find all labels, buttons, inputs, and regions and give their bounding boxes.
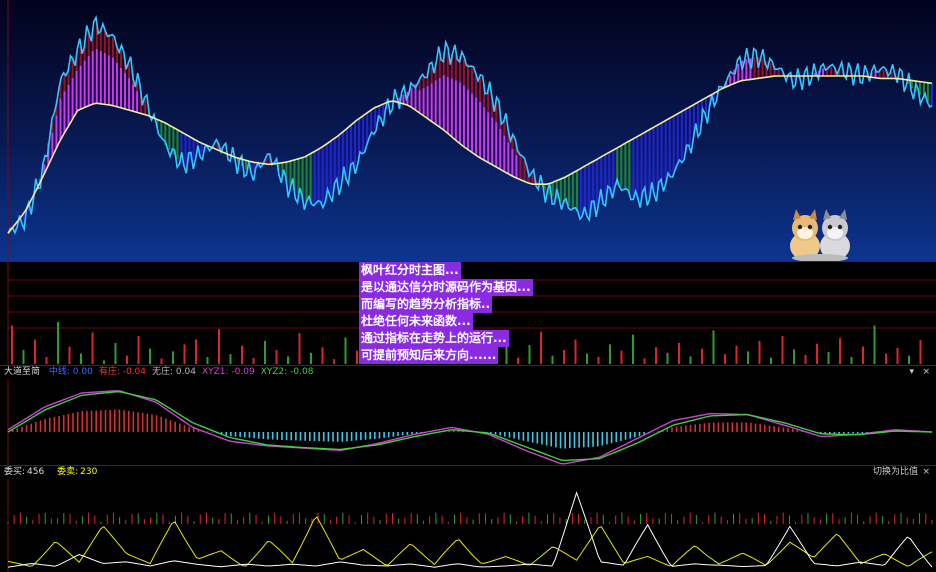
order-chart-svg <box>7 479 933 572</box>
indicator-legend: 大道至简 中线: 0.00 有庄: -0.04 无庄: 0.04 XYZ1: -0.0… <box>0 366 936 379</box>
overlay-note: 杜绝任何未来函数... <box>359 313 473 330</box>
indicator-legend-item: 无庄: 0.04 <box>152 367 196 377</box>
indicator-name: 大道至简 <box>4 367 41 377</box>
order-line <box>7 516 933 567</box>
indicator-pane[interactable]: 大道至简 中线: 0.00 有庄: -0.04 无庄: 0.04 XYZ1: -0.0… <box>0 366 936 466</box>
overlay-note: 通过指标在走势上的运行... <box>359 330 509 347</box>
bid-label: 委买: <box>4 467 26 477</box>
pane-divider <box>0 365 936 366</box>
chart-window: 大道至简 中线: 0.00 有庄: -0.04 无庄: 0.04 XYZ1: -0.0… <box>0 0 936 572</box>
main-chart-pane[interactable] <box>0 0 936 262</box>
indicator-legend-item: XYZ1: -0.09 <box>201 367 255 377</box>
price-line <box>7 15 933 235</box>
mascot-image <box>785 208 855 262</box>
pane-divider <box>0 465 936 466</box>
close-icon[interactable]: × <box>922 366 930 379</box>
order-line <box>7 491 933 568</box>
ask-label: 委卖: <box>57 467 79 477</box>
indicator-legend-item: 中线: 0.00 <box>48 367 93 377</box>
overlay-note: 是以通达信分时源码作为基因... <box>359 279 533 296</box>
order-legend: 委买: 456 委卖: 230 <box>0 466 936 479</box>
order-pane[interactable]: 委买: 456 委卖: 230 × 切换为比值 <box>0 466 936 572</box>
ask-value: 230 <box>80 467 98 477</box>
collapse-icon[interactable]: ▾ <box>909 366 914 379</box>
bid-value: 456 <box>27 467 45 477</box>
overlay-note: 可提前预知后来方向...... <box>359 347 499 364</box>
switch-ratio-button[interactable]: 切换为比值 <box>873 466 918 479</box>
indicator-legend-item: 有庄: -0.04 <box>98 367 147 377</box>
indicator-chart-svg <box>7 379 933 466</box>
overlay-note: 枫叶红分时主图... <box>359 262 461 279</box>
indicator-legend-item: XYZ2: -0.08 <box>260 367 314 377</box>
close-icon[interactable]: × <box>922 466 930 479</box>
pane-divider <box>0 261 936 262</box>
overlay-note: 而编写的趋势分析指标.. <box>359 296 493 313</box>
